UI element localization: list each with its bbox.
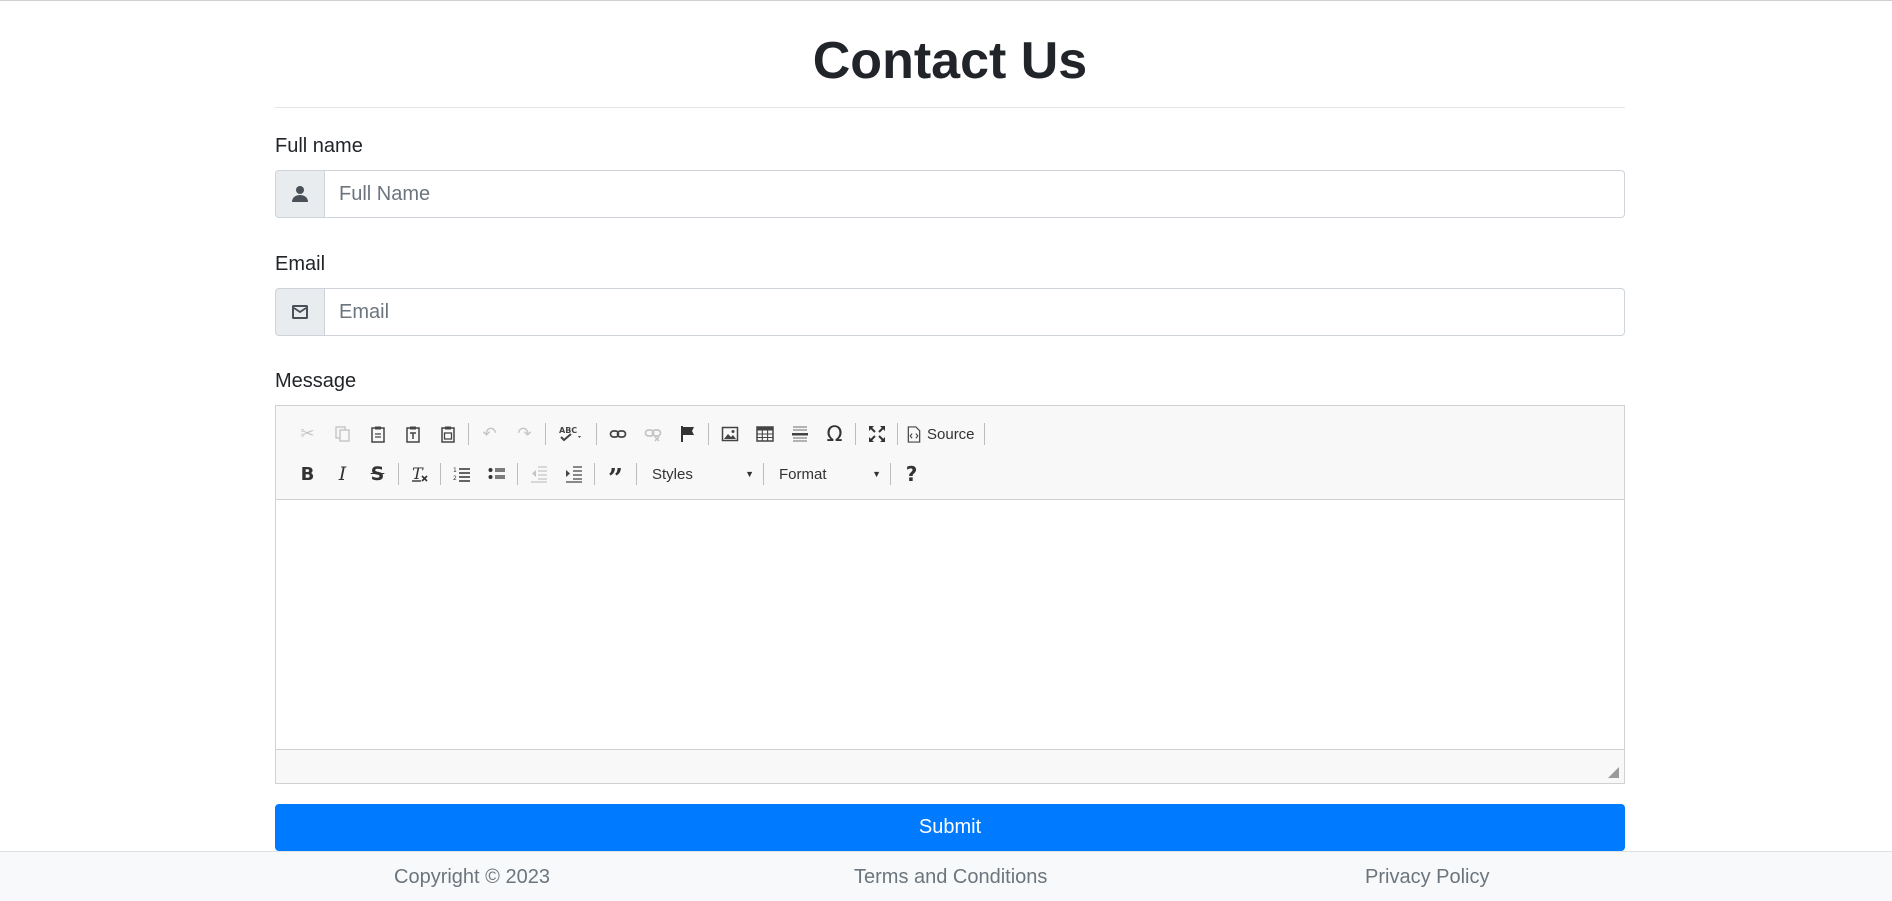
message-label: Message — [275, 370, 357, 392]
format-label: Format — [779, 465, 827, 483]
footer-privacy-link[interactable]: Privacy Policy — [1365, 864, 1489, 890]
remove-format-icon[interactable]: T — [402, 459, 437, 489]
horizontal-line-icon[interactable] — [782, 419, 817, 449]
unlink-icon[interactable] — [635, 419, 670, 449]
footer-copyright: Copyright © 2023 — [394, 866, 550, 888]
maximize-icon[interactable] — [859, 419, 894, 449]
bold-icon[interactable]: B — [290, 459, 325, 489]
redo-icon[interactable]: ↷ — [507, 419, 542, 449]
svg-text:ABC: ABC — [559, 426, 577, 435]
svg-text:1: 1 — [453, 467, 457, 474]
image-icon[interactable] — [712, 419, 747, 449]
full-name-input[interactable] — [324, 170, 1625, 218]
help-icon[interactable]: ? — [894, 459, 929, 489]
styles-label: Styles — [652, 465, 693, 483]
contact-container: Contact Us Full name Email Message ✂ — [275, 0, 1625, 851]
toolbar-separator — [440, 463, 441, 485]
source-icon — [907, 425, 921, 443]
toolbar-separator — [596, 423, 597, 445]
page-title: Contact Us — [275, 0, 1625, 108]
blockquote-icon[interactable]: ” — [598, 459, 633, 494]
user-icon — [275, 170, 324, 218]
full-name-group — [275, 170, 1625, 218]
toolbar-separator — [468, 423, 469, 445]
envelope-icon — [275, 288, 324, 336]
editor-toolbar: ✂ ↶ ↷ ABC Ω Source B I S T 1 2 ” Styles … — [276, 406, 1624, 500]
format-dropdown[interactable]: Format ▼ — [767, 459, 887, 489]
editor-content-area[interactable] — [276, 500, 1624, 750]
special-char-icon[interactable]: Ω — [817, 419, 852, 449]
toolbar-row-1: ✂ ↶ ↷ ABC Ω Source — [290, 414, 1610, 454]
indent-icon[interactable] — [556, 459, 591, 489]
toolbar-separator — [398, 463, 399, 485]
resize-handle-icon[interactable] — [1608, 767, 1619, 778]
toolbar-separator — [636, 463, 637, 485]
anchor-icon[interactable] — [670, 419, 705, 449]
strikethrough-icon[interactable]: S — [360, 459, 395, 489]
bulleted-list-icon[interactable] — [479, 459, 514, 489]
spellcheck-icon[interactable]: ABC — [549, 419, 593, 449]
paste-icon[interactable] — [360, 419, 395, 449]
toolbar-separator — [517, 463, 518, 485]
toolbar-separator — [763, 463, 764, 485]
footer: Copyright © 2023 Terms and Conditions Pr… — [0, 851, 1892, 901]
toolbar-separator — [890, 463, 891, 485]
email-label: Email — [275, 253, 326, 275]
toolbar-separator — [545, 423, 546, 445]
source-button[interactable]: Source — [901, 419, 981, 449]
cut-icon[interactable]: ✂ — [290, 419, 325, 449]
toolbar-separator — [708, 423, 709, 445]
source-label: Source — [927, 425, 975, 443]
undo-icon[interactable]: ↶ — [472, 419, 507, 449]
paste-text-icon[interactable] — [395, 419, 430, 449]
toolbar-separator — [897, 423, 898, 445]
copy-icon[interactable] — [325, 419, 360, 449]
svg-text:2: 2 — [453, 475, 457, 482]
styles-dropdown[interactable]: Styles ▼ — [640, 459, 760, 489]
link-icon[interactable] — [600, 419, 635, 449]
outdent-icon[interactable] — [521, 459, 556, 489]
paste-word-icon[interactable] — [430, 419, 465, 449]
editor-status-bar — [276, 750, 1624, 783]
email-group — [275, 288, 1625, 336]
chevron-down-icon: ▼ — [745, 469, 754, 479]
footer-terms-link[interactable]: Terms and Conditions — [854, 864, 1047, 890]
full-name-label: Full name — [275, 135, 363, 157]
toolbar-row-2: B I S T 12 ” Styles ▼ Format ▼ ? — [290, 454, 1610, 494]
submit-button[interactable]: Submit — [275, 804, 1625, 851]
italic-icon[interactable]: I — [325, 459, 360, 489]
table-icon[interactable] — [747, 419, 782, 449]
message-editor: ✂ ↶ ↷ ABC Ω Source B I S T 1 2 ” Styles … — [275, 405, 1625, 784]
toolbar-separator — [594, 463, 595, 485]
email-input[interactable] — [324, 288, 1625, 336]
toolbar-separator — [983, 423, 985, 445]
numbered-list-icon[interactable]: 12 — [444, 459, 479, 489]
toolbar-separator — [855, 423, 856, 445]
chevron-down-icon: ▼ — [872, 469, 881, 479]
